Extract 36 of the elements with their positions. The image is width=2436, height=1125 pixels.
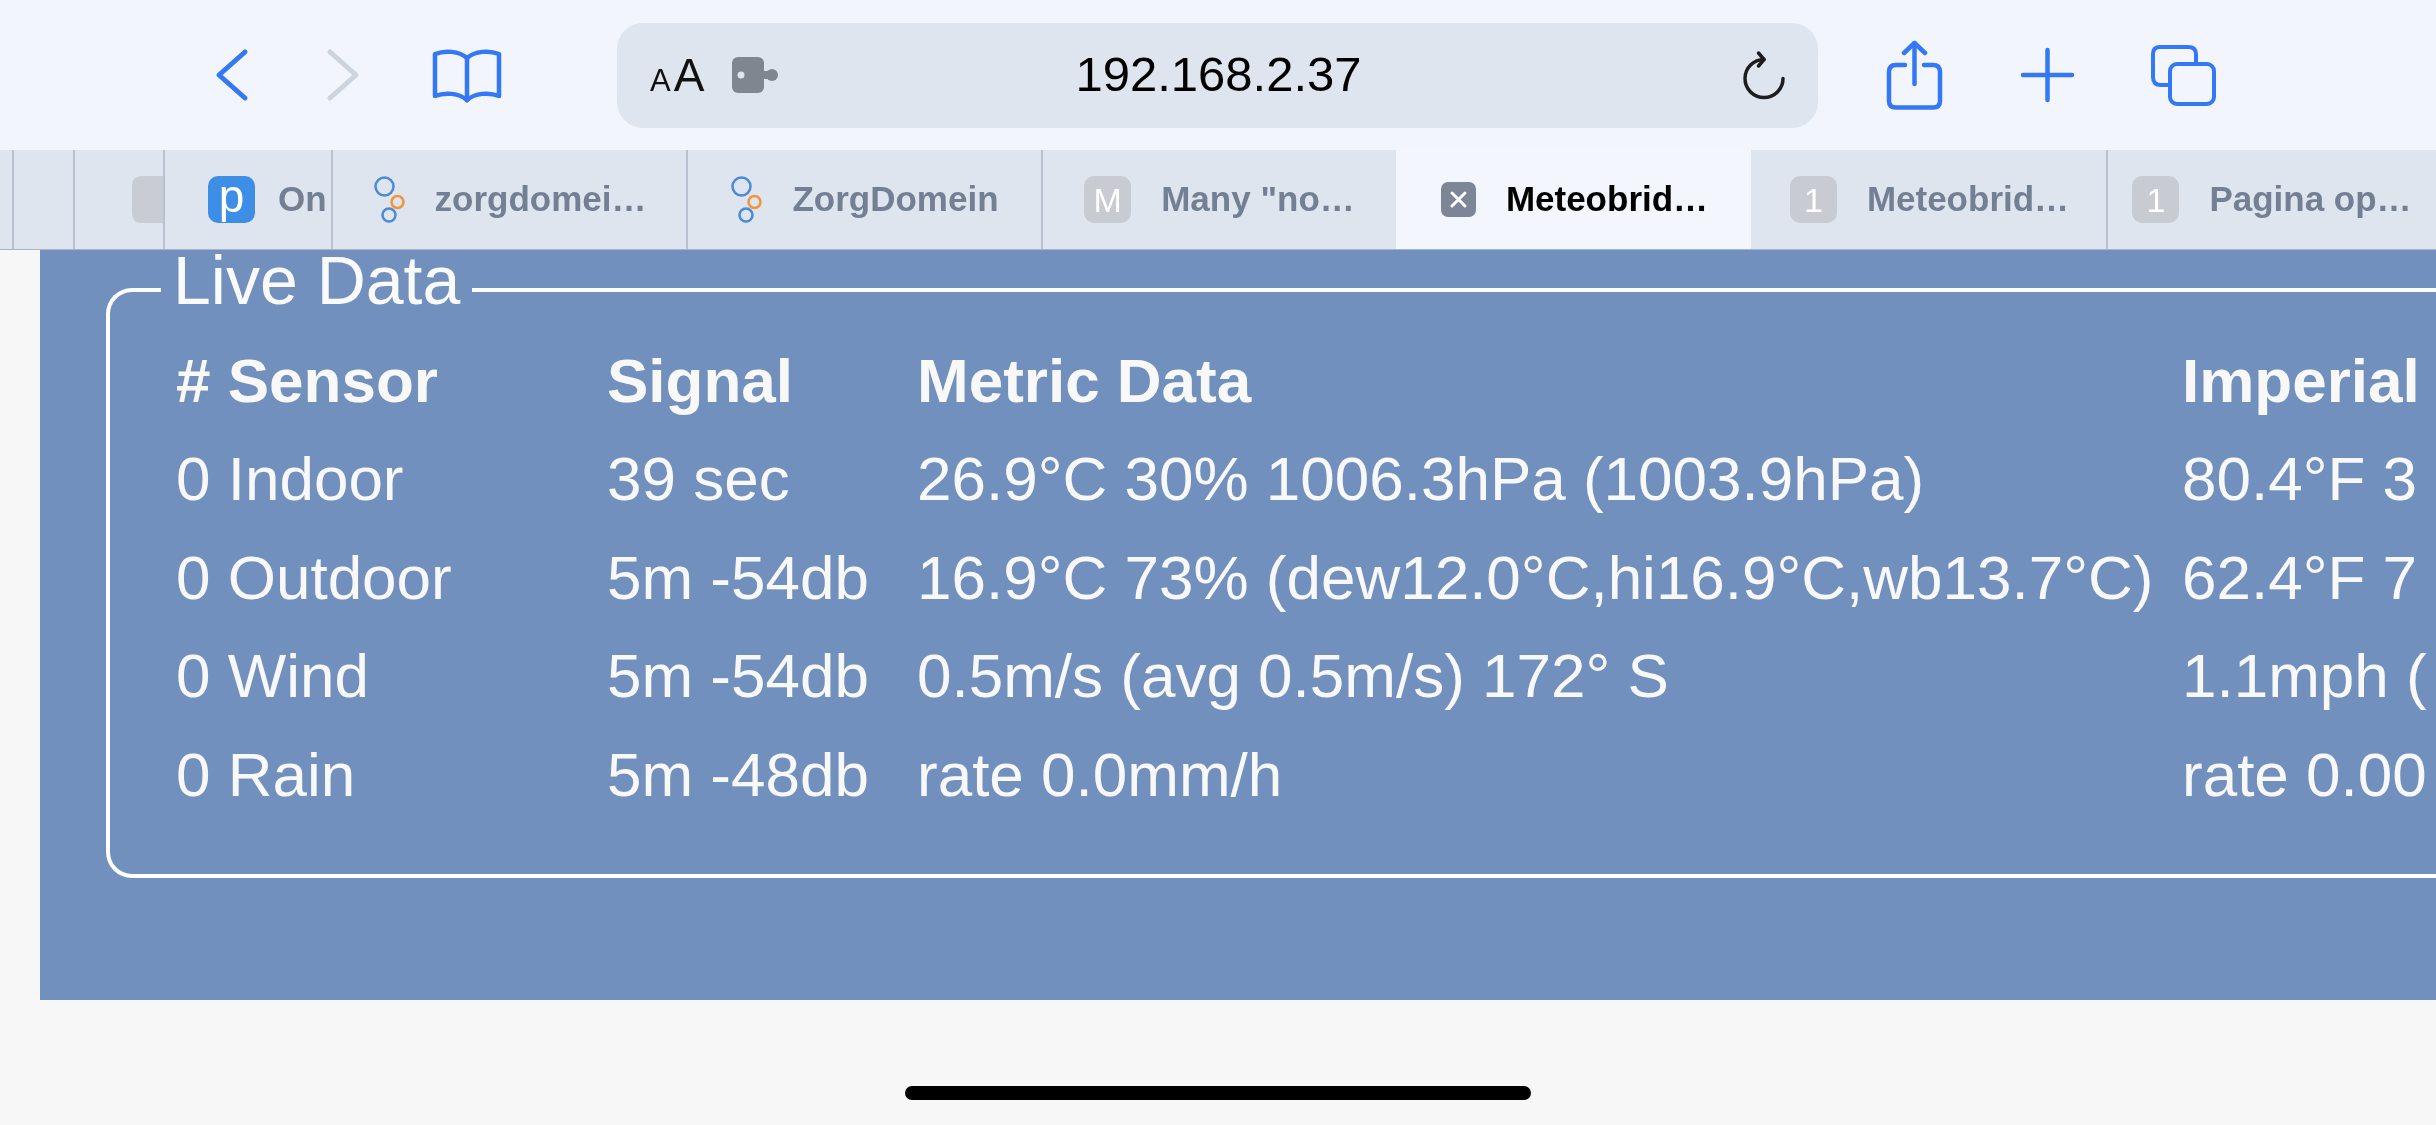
table-cell: 80.4°F 3 <box>2182 443 2418 515</box>
table-cell: 26.9°C 30% 1006.3hPa (1003.9hPa) <box>917 443 1925 515</box>
close-icon[interactable] <box>1440 182 1476 217</box>
favicon-tile: p <box>208 176 255 223</box>
browser-tab[interactable]: Meteobrid… <box>1396 150 1751 249</box>
section-title: Live Data <box>173 250 461 318</box>
column-header: Signal <box>607 344 794 416</box>
table-cell: 0.5m/s (avg 0.5m/s) 172° S <box>917 640 1669 712</box>
table-cell: 0 Indoor <box>176 443 404 515</box>
table-cell: 0 Outdoor <box>176 541 452 613</box>
share-icon[interactable] <box>1885 40 1944 110</box>
url-text[interactable]: 192.168.2.37 <box>1075 48 1362 102</box>
table-cell: 39 sec <box>607 443 790 515</box>
text-size-button[interactable]: AA <box>650 52 705 98</box>
address-bar[interactable]: AA 192.168.2.37 <box>617 22 1818 128</box>
table-cell: 5m -48db <box>607 738 869 810</box>
table-cell: 5m -54db <box>607 640 869 712</box>
column-header: # Sensor <box>176 344 438 416</box>
rings-icon <box>372 176 405 223</box>
table-cell: 5m -54db <box>607 541 869 613</box>
table-cell: 62.4°F 7 <box>2182 541 2418 613</box>
table-cell: 16.9°C 73% (dew12.0°C,hi16.9°C,wb13.7°C) <box>917 541 2154 613</box>
table-cell: 0 Wind <box>176 640 369 712</box>
table-cell: 1.1mph ( <box>2182 640 2427 712</box>
reload-icon[interactable] <box>1740 50 1787 100</box>
book-icon[interactable] <box>432 47 502 103</box>
tabs-icon[interactable] <box>2150 43 2217 107</box>
column-header: Imperial <box>2182 344 2420 416</box>
table-cell: rate 0.0mm/h <box>917 738 1283 810</box>
puzzle-icon[interactable] <box>732 57 779 93</box>
tile-icon <box>132 176 163 223</box>
plus-icon[interactable] <box>2020 47 2075 103</box>
table-cell: rate 0.00 <box>2182 738 2427 810</box>
rings-icon <box>730 176 763 223</box>
column-header: Metric Data <box>917 344 1252 416</box>
table-cell: 0 Rain <box>176 738 356 810</box>
